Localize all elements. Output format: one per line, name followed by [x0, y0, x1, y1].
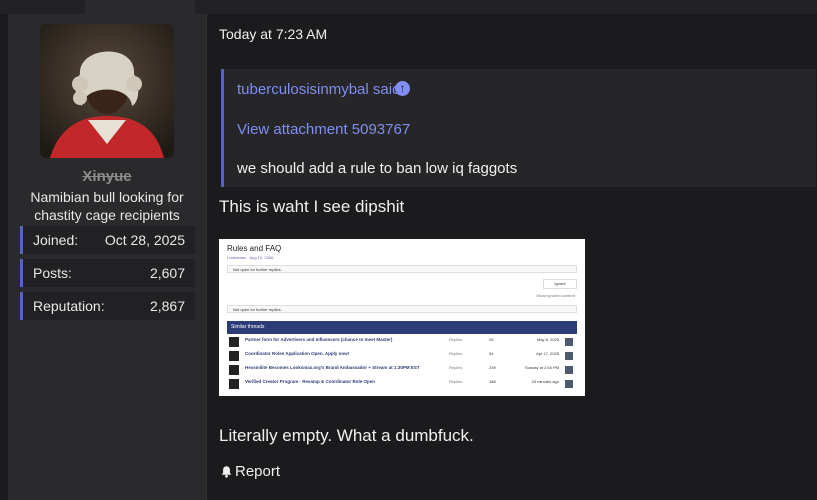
last-poster-avatar [565, 380, 573, 388]
view-attachment-link[interactable]: View attachment 5093767 [237, 121, 410, 138]
bell-icon [221, 466, 232, 478]
replies-label: Replies [449, 337, 463, 342]
top-strip-tab [85, 0, 195, 14]
thread-avatar [229, 365, 239, 375]
thread-avatar [229, 351, 239, 361]
stat-value: 2,607 [149, 265, 185, 281]
avatar[interactable] [40, 24, 174, 158]
message-text: Literally empty. What a dumbfuck. [219, 426, 474, 445]
stat-label: Reputation: [33, 298, 105, 314]
message-text: This is waht I see dipshit [219, 197, 405, 216]
report-button[interactable]: Report [220, 463, 280, 480]
thread-title: Hexsmilite Becomes Looksmax.org's Brand … [245, 365, 420, 370]
replies-count: 25 [489, 337, 494, 342]
quote-author-link[interactable]: tuberculosisinmybal said: [237, 81, 405, 98]
stat-posts: Posts: 2,607 [20, 259, 195, 287]
thread-date: Sunday at 2:54 PM [524, 365, 559, 370]
top-strip [0, 0, 817, 14]
thread-title: Coordinator Roles Application Open. Appl… [245, 351, 350, 356]
thread-date: Apr 17, 2026 [536, 351, 559, 356]
stat-label: Joined: [33, 232, 79, 248]
post-body: Today at 7:23 AM tuberculosisinmybal sai… [207, 14, 817, 500]
thread-title: Partner form for Advertisers and Influen… [245, 337, 393, 342]
embedded-meta: Lookismax · Aug 10, 2006 [227, 255, 274, 260]
embedded-screenshot[interactable]: Rules and FAQ Lookismax · Aug 10, 2006 N… [219, 239, 585, 396]
replies-label: Replies [449, 379, 463, 384]
thread-row: Partner form for Advertisers and Influen… [227, 336, 577, 349]
thread-row: Verified Creator Program - Revamp & Coor… [227, 378, 577, 391]
stat-joined: Joined: Oct 28, 2025 [20, 226, 195, 254]
last-poster-avatar [565, 352, 573, 360]
last-poster-avatar [565, 366, 573, 374]
similar-threads-header: Similar threads [227, 321, 577, 334]
username[interactable]: Xinyue [8, 168, 206, 185]
thread-avatar [229, 337, 239, 347]
avatar-portrait-image [40, 24, 174, 158]
replies-count: 54 [489, 351, 494, 356]
stat-reputation: Reputation: 2,867 [20, 292, 195, 320]
thread-date: May 8, 2026 [536, 337, 559, 342]
replies-label: Replies [449, 351, 463, 356]
embedded-title: Rules and FAQ [227, 244, 282, 253]
thread-date: 53 minutes ago [531, 379, 559, 384]
quote-text: we should add a rule to ban low iq faggo… [237, 160, 518, 177]
thread-title: Verified Creator Program - Revamp & Coor… [245, 379, 376, 384]
show-ignored-text: Show ignored content [536, 293, 575, 298]
quote-block: tuberculosisinmybal said: ↑ View attachm… [221, 69, 816, 187]
last-poster-avatar [565, 338, 573, 346]
user-sidebar: Xinyue Namibian bull looking for chastit… [8, 14, 207, 500]
not-open-notice: Not open for further replies. [227, 305, 577, 313]
replies-label: Replies [449, 365, 463, 370]
ignore-button: Ignore [543, 279, 577, 289]
not-open-notice: Not open for further replies. [227, 265, 577, 273]
stat-value: 2,867 [149, 298, 185, 314]
report-label: Report [235, 463, 281, 480]
thread-avatar [229, 379, 239, 389]
stat-label: Posts: [33, 265, 72, 281]
jump-to-quote-icon[interactable]: ↑ [395, 81, 410, 96]
thread-row: Hexsmilite Becomes Looksmax.org's Brand … [227, 364, 577, 377]
user-title: Namibian bull looking for chastity cage … [30, 189, 184, 223]
replies-count: 239 [489, 365, 496, 370]
replies-count: 188 [489, 379, 496, 384]
post-date[interactable]: Today at 7:23 AM [219, 26, 327, 42]
thread-row: Coordinator Roles Application Open. Appl… [227, 350, 577, 363]
stat-value: Oct 28, 2025 [104, 232, 185, 248]
